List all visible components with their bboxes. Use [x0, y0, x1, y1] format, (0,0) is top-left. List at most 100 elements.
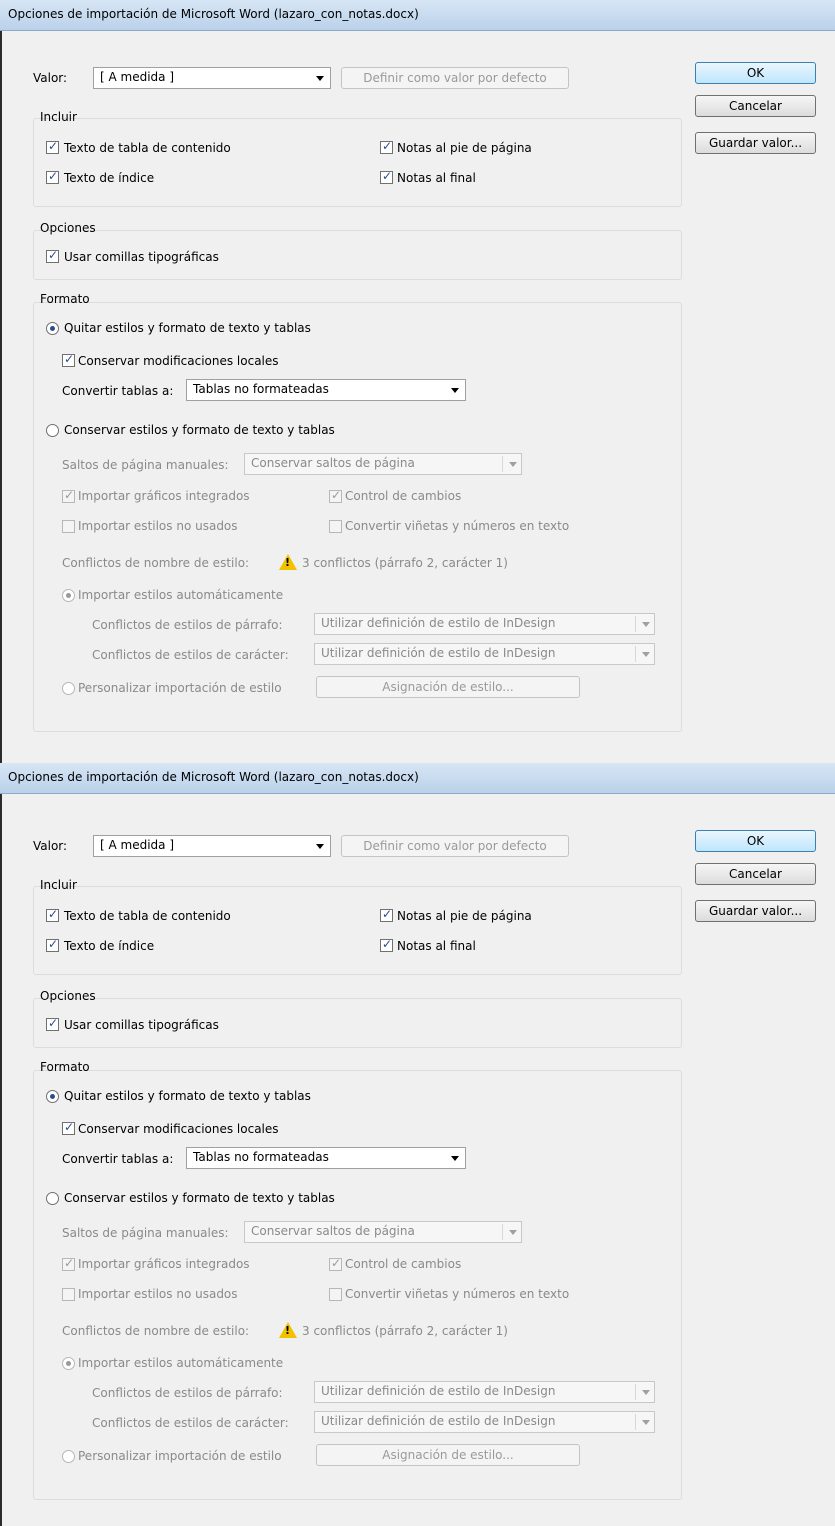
para-conflicts-select[interactable]: Utilizar definición de estilo de InDesig… [314, 613, 655, 635]
smart-quotes-label: Usar comillas tipográficas [64, 250, 219, 264]
char-conflicts-select[interactable]: Utilizar definición de estilo de InDesig… [314, 643, 655, 665]
preserve-local-checkbox[interactable] [62, 352, 75, 367]
page-breaks-label: Saltos de página manuales: [62, 1226, 229, 1240]
options-heading: Opciones [40, 221, 96, 235]
preset-select[interactable]: [ A medida ] [93, 835, 331, 857]
index-label: Texto de índice [64, 171, 155, 185]
inline-graphics-checkbox[interactable] [62, 488, 75, 503]
convert-bullets-checkbox[interactable] [329, 520, 342, 533]
set-default-button[interactable]: Definir como valor por defecto [341, 67, 569, 89]
unused-styles-label: Importar estilos no usados [78, 1287, 238, 1301]
save-preset-button[interactable]: Guardar valor... [695, 132, 816, 154]
ok-button[interactable]: OK [695, 830, 816, 852]
page-breaks-value: Conservar saltos de página [251, 456, 415, 470]
convert-tables-value: Tablas no formateadas [193, 1150, 329, 1164]
chevron-down-icon [642, 652, 650, 657]
inline-graphics-checkbox[interactable] [62, 1256, 75, 1271]
conflicts-value: 3 conflictos (párrafo 2, carácter 1) [302, 1324, 508, 1338]
track-changes-checkbox[interactable] [329, 1256, 342, 1271]
toc-label: Texto de tabla de contenido [64, 909, 231, 923]
import-options-dialog: Opciones de importación de Microsoft Wor… [0, 763, 835, 1526]
char-conflicts-value: Utilizar definición de estilo de InDesig… [321, 1414, 556, 1428]
track-changes-checkbox[interactable] [329, 488, 342, 503]
ok-button[interactable]: OK [695, 62, 816, 84]
convert-tables-label: Convertir tablas a: [62, 384, 174, 398]
convert-tables-select[interactable]: Tablas no formateadas [186, 379, 466, 401]
select-separator [635, 1384, 636, 1400]
chevron-down-icon [509, 462, 517, 467]
footnotes-checkbox[interactable] [380, 139, 393, 154]
conflicts-label: Conflictos de nombre de estilo: [62, 1324, 250, 1338]
include-heading: Incluir [40, 110, 77, 124]
preserve-local-label: Conservar modificaciones locales [78, 1122, 279, 1136]
convert-bullets-checkbox[interactable] [329, 1288, 342, 1301]
preset-select[interactable]: [ A medida ] [93, 67, 331, 89]
import-options-dialog: Opciones de importación de Microsoft Wor… [0, 0, 835, 763]
chevron-down-icon [316, 844, 324, 849]
title-bar[interactable]: Opciones de importación de Microsoft Wor… [0, 763, 835, 794]
select-separator [635, 616, 636, 632]
smart-quotes-label: Usar comillas tipográficas [64, 1018, 219, 1032]
title-bar[interactable]: Opciones de importación de Microsoft Wor… [0, 0, 835, 31]
format-heading: Formato [40, 292, 90, 306]
unused-styles-label: Importar estilos no usados [78, 519, 238, 533]
page-breaks-label: Saltos de página manuales: [62, 458, 229, 472]
track-changes-label: Control de cambios [345, 1257, 462, 1271]
endnotes-checkbox[interactable] [380, 169, 393, 184]
chevron-down-icon [316, 76, 324, 81]
convert-bullets-label: Convertir viñetas y números en texto [345, 519, 570, 533]
customize-import-radio[interactable] [62, 682, 75, 695]
remove-styles-radio[interactable] [46, 322, 59, 335]
select-separator [502, 456, 503, 472]
footnotes-checkbox[interactable] [380, 907, 393, 922]
chevron-down-icon [509, 1230, 517, 1235]
endnotes-label: Notas al final [397, 171, 476, 185]
unused-styles-checkbox[interactable] [62, 1288, 75, 1301]
set-default-button[interactable]: Definir como valor por defecto [341, 835, 569, 857]
toc-checkbox[interactable] [46, 139, 59, 154]
preset-select-value: [ A medida ] [100, 70, 175, 84]
preserve-styles-radio[interactable] [46, 424, 59, 437]
para-conflicts-value: Utilizar definición de estilo de InDesig… [321, 1384, 556, 1398]
options-heading: Opciones [40, 989, 96, 1003]
preserve-local-label: Conservar modificaciones locales [78, 354, 279, 368]
chevron-down-icon [642, 1420, 650, 1425]
chevron-down-icon [642, 1390, 650, 1395]
conflicts-label: Conflictos de nombre de estilo: [62, 556, 250, 570]
page-breaks-select[interactable]: Conservar saltos de página [244, 1221, 522, 1243]
customize-import-label: Personalizar importación de estilo [78, 1449, 282, 1463]
endnotes-checkbox[interactable] [380, 937, 393, 952]
smart-quotes-checkbox[interactable] [46, 1016, 59, 1031]
convert-tables-select[interactable]: Tablas no formateadas [186, 1147, 466, 1169]
style-mapping-button[interactable]: Asignación de estilo... [316, 676, 580, 698]
auto-import-label: Importar estilos automáticamente [78, 1356, 284, 1370]
endnotes-label: Notas al final [397, 939, 476, 953]
index-checkbox[interactable] [46, 169, 59, 184]
remove-styles-label: Quitar estilos y formato de texto y tabl… [64, 1089, 311, 1103]
preserve-styles-radio[interactable] [46, 1192, 59, 1205]
include-heading: Incluir [40, 878, 77, 892]
window-frame [0, 0, 2, 763]
char-conflicts-select[interactable]: Utilizar definición de estilo de InDesig… [314, 1411, 655, 1433]
smart-quotes-checkbox[interactable] [46, 248, 59, 263]
para-conflicts-select[interactable]: Utilizar definición de estilo de InDesig… [314, 1381, 655, 1403]
warning-icon: ! [279, 1322, 297, 1338]
save-preset-button[interactable]: Guardar valor... [695, 900, 816, 922]
auto-import-radio[interactable] [62, 1357, 75, 1370]
index-checkbox[interactable] [46, 937, 59, 952]
select-separator [502, 1224, 503, 1240]
customize-import-radio[interactable] [62, 1450, 75, 1463]
remove-styles-label: Quitar estilos y formato de texto y tabl… [64, 321, 311, 335]
char-conflicts-label: Conflictos de estilos de carácter: [92, 1416, 289, 1430]
style-mapping-button[interactable]: Asignación de estilo... [316, 1444, 580, 1466]
preserve-local-checkbox[interactable] [62, 1120, 75, 1135]
auto-import-radio[interactable] [62, 589, 75, 602]
page-breaks-select[interactable]: Conservar saltos de página [244, 453, 522, 475]
toc-label: Texto de tabla de contenido [64, 141, 231, 155]
cancel-button[interactable]: Cancelar [695, 863, 816, 885]
remove-styles-radio[interactable] [46, 1090, 59, 1103]
unused-styles-checkbox[interactable] [62, 520, 75, 533]
cancel-button[interactable]: Cancelar [695, 95, 816, 117]
char-conflicts-label: Conflictos de estilos de carácter: [92, 648, 289, 662]
toc-checkbox[interactable] [46, 907, 59, 922]
